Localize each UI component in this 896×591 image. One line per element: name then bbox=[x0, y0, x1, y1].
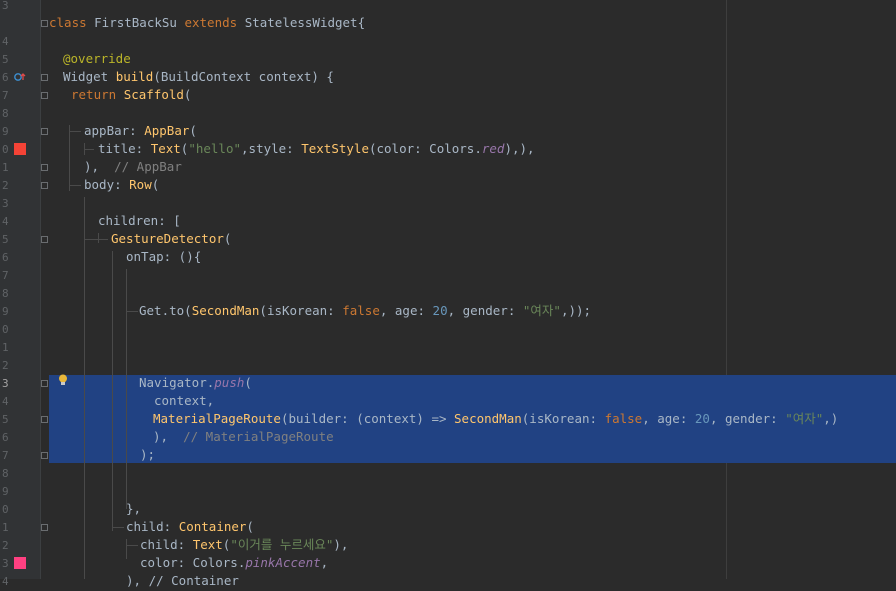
fold-toggle-icon[interactable] bbox=[41, 236, 48, 243]
line-number: 9 bbox=[2, 305, 9, 318]
line-number: 3 bbox=[2, 377, 9, 390]
code-line: class FirstBackSu extends StatelessWidge… bbox=[49, 15, 366, 30]
code-line: child: Text("이거를 누르세요"), bbox=[140, 537, 349, 552]
line-number: 4 bbox=[2, 215, 9, 228]
line-number: 9 bbox=[2, 485, 9, 498]
fold-toggle-icon[interactable] bbox=[41, 20, 48, 27]
fold-toggle-icon[interactable] bbox=[41, 74, 48, 81]
code-line: ), // MaterialPageRoute bbox=[153, 429, 334, 444]
code-line: color: Colors.pinkAccent, bbox=[140, 555, 329, 570]
line-number: 4 bbox=[2, 35, 9, 48]
line-number: 6 bbox=[2, 251, 9, 264]
line-number: 1 bbox=[2, 161, 9, 174]
gutter-separator bbox=[40, 0, 41, 579]
line-number: 1 bbox=[2, 521, 9, 534]
line-number: 8 bbox=[2, 107, 9, 120]
fold-toggle-icon[interactable] bbox=[41, 92, 48, 99]
fold-toggle-icon[interactable] bbox=[41, 416, 48, 423]
line-number: 3 bbox=[2, 0, 9, 12]
code-line: ), // Container bbox=[126, 573, 239, 588]
code-line: ), // AppBar bbox=[84, 159, 182, 174]
line-number: 7 bbox=[2, 449, 9, 462]
color-swatch-red-icon[interactable] bbox=[14, 143, 26, 155]
line-number: 2 bbox=[2, 359, 9, 372]
code-line: }, bbox=[126, 501, 142, 516]
code-line: @override bbox=[63, 51, 131, 66]
line-number: 0 bbox=[2, 323, 9, 336]
line-number: 9 bbox=[2, 125, 9, 138]
line-number: 4 bbox=[2, 395, 9, 408]
line-number: 8 bbox=[2, 287, 9, 300]
line-number: 3 bbox=[2, 197, 9, 210]
fold-toggle-icon[interactable] bbox=[41, 380, 48, 387]
line-number: 5 bbox=[2, 413, 9, 426]
code-line: ); bbox=[140, 447, 156, 462]
line-number: 2 bbox=[2, 539, 9, 552]
code-line: title: Text("hello",style: TextStyle(col… bbox=[98, 141, 535, 156]
fold-toggle-icon[interactable] bbox=[41, 182, 48, 189]
line-number: 7 bbox=[2, 269, 9, 282]
fold-toggle-icon[interactable] bbox=[41, 164, 48, 171]
fold-toggle-icon[interactable] bbox=[41, 452, 48, 459]
code-line: Widget build(BuildContext context) { bbox=[63, 69, 334, 84]
line-number: 5 bbox=[2, 53, 9, 66]
line-number: 4 bbox=[2, 575, 9, 588]
code-line: context, bbox=[154, 393, 215, 408]
color-swatch-pink-icon[interactable] bbox=[14, 557, 26, 569]
code-line: Get.to(SecondMan(isKorean: false, age: 2… bbox=[139, 303, 592, 318]
line-number: 6 bbox=[2, 431, 9, 444]
code-line: children: [ bbox=[98, 213, 181, 228]
code-line: return Scaffold( bbox=[71, 87, 192, 102]
line-number: 5 bbox=[2, 233, 9, 246]
line-number: 0 bbox=[2, 503, 9, 516]
code-line: body: Row( bbox=[84, 177, 160, 192]
code-line: child: Container( bbox=[126, 519, 254, 534]
code-line: onTap: (){ bbox=[126, 249, 202, 264]
line-number: 1 bbox=[2, 341, 9, 354]
fold-toggle-icon[interactable] bbox=[41, 128, 48, 135]
fold-toggle-icon[interactable] bbox=[41, 524, 48, 531]
code-line: appBar: AppBar( bbox=[84, 123, 197, 138]
line-number: 8 bbox=[2, 467, 9, 480]
code-editor[interactable]: class FirstBackSu extends StatelessWidge… bbox=[49, 0, 896, 588]
code-line: GestureDetector( bbox=[111, 231, 232, 246]
override-marker-icon[interactable] bbox=[13, 71, 27, 83]
code-line: MaterialPageRoute(builder: (context) => … bbox=[153, 411, 839, 426]
code-line: Navigator.push( bbox=[139, 375, 252, 390]
line-number: 2 bbox=[2, 179, 9, 192]
line-number: 7 bbox=[2, 89, 9, 102]
